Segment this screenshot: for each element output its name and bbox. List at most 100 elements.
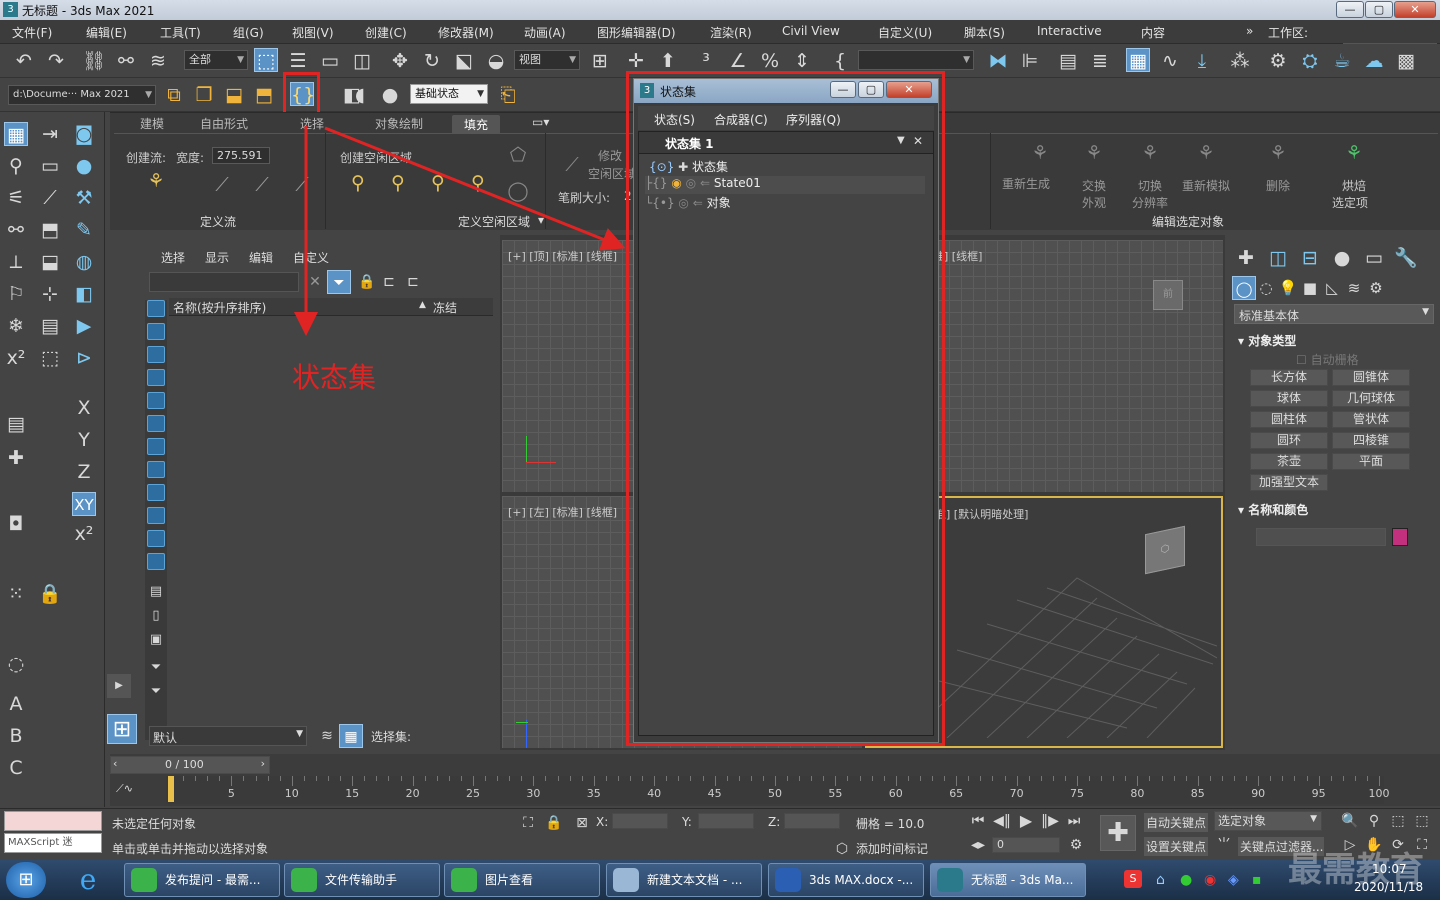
play-icon[interactable]: ▶: [1014, 809, 1038, 833]
grid-size-label: 栅格 = 10.0: [856, 817, 925, 831]
security-tray-icon[interactable]: ◉: [1204, 872, 1216, 888]
timeline-tick-label: 55: [828, 787, 843, 800]
clock-date[interactable]: 2020/11/18: [1354, 880, 1423, 894]
taskbar-item-label: 新建文本文档 - ...: [647, 873, 743, 887]
z-label: Z:: [768, 815, 781, 829]
set-key-icon[interactable]: ✚: [1100, 815, 1136, 851]
timeline-tick: [1149, 776, 1151, 781]
timeline-tick: [1016, 776, 1018, 786]
timeline-tick: [1113, 776, 1115, 781]
sogou-input-icon[interactable]: S: [1124, 870, 1142, 888]
timeline-tick-label: 75: [1070, 787, 1084, 800]
timeline-tick: [1209, 776, 1211, 781]
timeline-tick: [1282, 776, 1284, 781]
start-button-icon[interactable]: ⊞: [6, 862, 46, 898]
timeline-tick: [762, 776, 764, 781]
time-tag-icon[interactable]: ⬡: [830, 837, 854, 861]
timeline-tick: [460, 776, 462, 781]
taskbar-item-file-transfer[interactable]: 文件传输助手: [284, 863, 440, 897]
isolate-icon[interactable]: ⛶: [516, 811, 540, 835]
timeline-tick: [485, 776, 487, 781]
x-label: X:: [596, 815, 609, 829]
zoom-all-icon[interactable]: ⚲: [1362, 809, 1386, 833]
time-slider[interactable]: ‹ 0 / 100 ›: [110, 756, 270, 774]
nvidia-tray-icon[interactable]: ▪: [1252, 872, 1262, 888]
internet-explorer-icon[interactable]: e: [70, 864, 106, 896]
next-key-icon[interactable]: ‖▶: [1038, 809, 1062, 833]
taskbar-item-image-viewer[interactable]: 图片查看: [444, 863, 600, 897]
z-coordinate-input[interactable]: [784, 813, 840, 829]
clock-time[interactable]: 10:07: [1372, 862, 1407, 876]
shield-tray-icon[interactable]: ◈: [1228, 872, 1239, 888]
timeline-tick: [581, 776, 583, 781]
auto-key-button[interactable]: 自动关键点: [1144, 813, 1208, 832]
timeline-tick: [823, 776, 825, 781]
timeline-tick: [654, 776, 656, 786]
chevron-down-icon: ▼: [1310, 814, 1317, 824]
selection-lock-icon[interactable]: 🔒: [542, 811, 566, 835]
x-coordinate-input[interactable]: [612, 813, 668, 829]
key-selection-select[interactable]: 选定对象 ▼: [1214, 811, 1322, 831]
add-time-tag-button[interactable]: 添加时间标记: [856, 840, 928, 857]
timeline-tick: [630, 776, 632, 781]
timeline-tick: [811, 776, 813, 781]
key-mode-icon[interactable]: ◂▸: [966, 833, 990, 857]
y-coordinate-input[interactable]: [698, 813, 754, 829]
timeline-tick: [1064, 776, 1066, 781]
taskbar-item-qa[interactable]: 发布提问 - 最需...: [124, 863, 280, 897]
timeline-tick: [569, 776, 571, 781]
taskbar-item-word-doc[interactable]: 3ds MAX.docx -...: [768, 863, 924, 897]
timeline-tick: [1185, 776, 1187, 781]
timeline-tick-label: 35: [586, 787, 601, 800]
timeline-tick: [617, 776, 619, 781]
timeline-tick: [690, 776, 692, 781]
current-frame-marker[interactable]: [168, 776, 174, 802]
timeline-tick: [1258, 776, 1260, 786]
timeline-tick: [400, 776, 402, 781]
timeline-tick: [1004, 776, 1006, 781]
zoom-extents-all-icon[interactable]: ⬚: [1410, 809, 1434, 833]
taskbar-item-label: 图片查看: [485, 873, 534, 887]
taskbar-item-notepad[interactable]: 新建文本文档 - ...: [606, 863, 762, 897]
timeline-tick: [593, 776, 595, 786]
prev-frame-icon[interactable]: ‹: [113, 757, 117, 770]
timeline-tick-label: 50: [768, 787, 782, 800]
word-icon: [775, 868, 801, 892]
y-label: Y:: [682, 815, 692, 829]
network-icon[interactable]: ⌂: [1156, 872, 1165, 888]
timeline-tick: [557, 776, 559, 781]
timeline-tick-label: 20: [405, 787, 420, 800]
timeline-tick: [1330, 776, 1332, 781]
absolute-mode-icon[interactable]: ⊠: [570, 811, 594, 835]
maxscript-mini-listener[interactable]: MAXScript 迷: [4, 833, 102, 853]
timeline-tick: [1270, 776, 1272, 781]
timeline-tick: [726, 776, 728, 781]
track-bar[interactable]: 0510152025303540455055606570758085909510…: [166, 776, 1390, 804]
timeline-tick-label: 70: [1009, 787, 1024, 800]
goto-end-icon[interactable]: ⏭: [1062, 809, 1086, 833]
track-bar-icon[interactable]: ⟋∿: [116, 782, 133, 796]
time-config-icon[interactable]: ⚙: [1064, 833, 1088, 857]
current-frame-value: 0: [997, 838, 1004, 851]
timeline-tick: [787, 776, 789, 781]
timeline-tick: [1125, 776, 1127, 781]
maxscript-listener-input[interactable]: [4, 811, 102, 831]
zoom-extents-icon[interactable]: ⬚: [1386, 809, 1410, 833]
timeline-tick-label: 100: [1368, 787, 1390, 800]
goto-start-icon[interactable]: ⏮: [966, 809, 990, 833]
timeline-tick: [279, 776, 281, 781]
zoom-icon[interactable]: 🔍: [1338, 809, 1362, 833]
timeline-tick: [1173, 776, 1175, 781]
taskbar-item-3dsmax[interactable]: 无标题 - 3ds Ma...: [930, 863, 1086, 897]
current-frame-spinner[interactable]: 0: [992, 837, 1060, 853]
timeline-tick: [231, 776, 233, 786]
timeline-tick: [243, 776, 245, 781]
set-key-button[interactable]: 设置关键点: [1144, 837, 1208, 856]
timeline-tick: [799, 776, 801, 781]
wechat-tray-icon[interactable]: ●: [1180, 872, 1192, 888]
next-frame-icon[interactable]: ›: [261, 757, 265, 770]
key-tangent-icon[interactable]: ⺌: [1212, 833, 1236, 857]
timeline-tick: [1161, 776, 1163, 781]
timeline-tick: [1052, 776, 1054, 781]
prev-key-icon[interactable]: ◀‖: [990, 809, 1014, 833]
